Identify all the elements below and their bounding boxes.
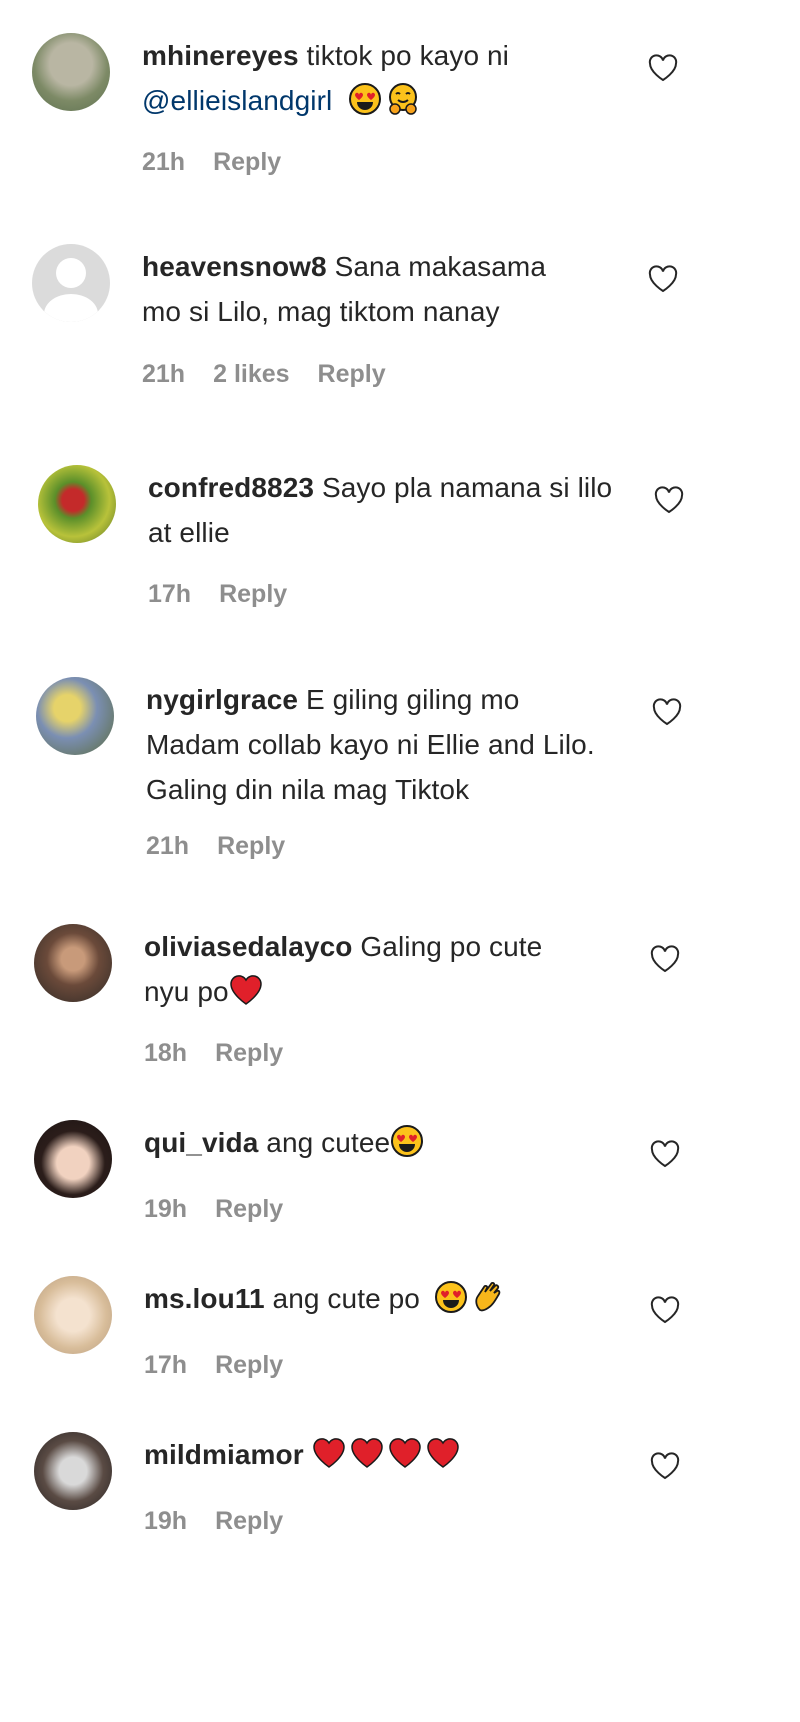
- comment-meta: 19h Reply: [144, 1195, 311, 1224]
- comment-text: ms.lou11 ang cute po: [144, 1276, 664, 1321]
- avatar[interactable]: [34, 1432, 112, 1510]
- timestamp[interactable]: 21h: [142, 360, 185, 388]
- likes-count[interactable]: 2 likes: [213, 360, 289, 388]
- avatar[interactable]: [32, 244, 110, 322]
- red-heart-emoji: [312, 1436, 346, 1470]
- avatar[interactable]: [34, 1120, 112, 1198]
- heart-icon[interactable]: [654, 486, 684, 514]
- timestamp[interactable]: 19h: [144, 1507, 187, 1535]
- heart-eyes-emoji: [390, 1124, 424, 1158]
- heart-eyes-emoji: [348, 82, 382, 116]
- red-heart-emoji: [350, 1436, 384, 1470]
- hugging-emoji: [386, 82, 420, 116]
- red-heart-emoji: [388, 1436, 422, 1470]
- mention-link[interactable]: @ellieislandgirl: [142, 85, 332, 116]
- username[interactable]: oliviasedalayco: [144, 931, 353, 962]
- comment-text: qui_vida ang cutee: [144, 1120, 664, 1165]
- comment-meta: 21h Reply: [146, 832, 313, 861]
- timestamp[interactable]: 18h: [144, 1039, 187, 1067]
- timestamp[interactable]: 17h: [148, 580, 191, 608]
- default-avatar-body: [44, 294, 98, 322]
- timestamp[interactable]: 21h: [142, 148, 185, 176]
- comment-text: nygirlgrace E giling giling mo Madam col…: [146, 677, 596, 812]
- username[interactable]: qui_vida: [144, 1127, 258, 1158]
- heart-icon[interactable]: [648, 54, 678, 82]
- clapping-hands-emoji: [472, 1280, 506, 1314]
- username[interactable]: nygirlgrace: [146, 684, 298, 715]
- avatar[interactable]: [34, 1276, 112, 1354]
- heart-icon[interactable]: [650, 1452, 680, 1480]
- comment-meta: 19h Reply: [144, 1507, 311, 1536]
- username[interactable]: mhinereyes: [142, 40, 299, 71]
- comment-body: tiktok po kayo ni: [298, 40, 509, 71]
- reply-button[interactable]: Reply: [215, 1351, 283, 1379]
- comment-text: heavensnow8 Sana makasama mo si Lilo, ma…: [142, 244, 592, 334]
- username[interactable]: heavensnow8: [142, 251, 327, 282]
- comment-body: ang cute po: [264, 1283, 428, 1314]
- heart-icon[interactable]: [648, 265, 678, 293]
- comment-body: [304, 1439, 312, 1470]
- username[interactable]: mildmiamor: [144, 1439, 304, 1470]
- avatar[interactable]: [32, 33, 110, 111]
- avatar[interactable]: [36, 677, 114, 755]
- comment-meta: 17h Reply: [144, 1351, 311, 1380]
- heart-icon[interactable]: [650, 945, 680, 973]
- comment-meta: 21h Reply: [142, 148, 309, 177]
- comment-meta: 18h Reply: [144, 1039, 311, 1068]
- heart-eyes-emoji: [434, 1280, 468, 1314]
- heart-icon[interactable]: [650, 1140, 680, 1168]
- reply-button[interactable]: Reply: [215, 1039, 283, 1067]
- reply-button[interactable]: Reply: [217, 832, 285, 860]
- comment-body: ang cutee: [258, 1127, 391, 1158]
- reply-button[interactable]: Reply: [219, 580, 287, 608]
- username[interactable]: ms.lou11: [144, 1283, 265, 1314]
- timestamp[interactable]: 17h: [144, 1351, 187, 1379]
- reply-button[interactable]: Reply: [215, 1507, 283, 1535]
- comment-meta: 17h Reply: [148, 580, 315, 609]
- comment-text: mildmiamor: [144, 1432, 664, 1477]
- comment-text: oliviasedalayco Galing po cute nyu po: [144, 924, 594, 1014]
- reply-button[interactable]: Reply: [213, 148, 281, 176]
- timestamp[interactable]: 21h: [146, 832, 189, 860]
- timestamp[interactable]: 19h: [144, 1195, 187, 1223]
- heart-icon[interactable]: [650, 1296, 680, 1324]
- avatar[interactable]: [38, 465, 116, 543]
- avatar[interactable]: [34, 924, 112, 1002]
- username[interactable]: confred8823: [148, 472, 314, 503]
- red-heart-emoji: [229, 973, 263, 1007]
- comment-meta: 21h 2 likes Reply: [142, 360, 414, 389]
- reply-button[interactable]: Reply: [215, 1195, 283, 1223]
- default-avatar-icon: [56, 258, 86, 288]
- comment-text: confred8823 Sayo pla namana si lilo at e…: [148, 465, 618, 555]
- comment-text: mhinereyes tiktok po kayo ni @ellieislan…: [142, 33, 662, 123]
- reply-button[interactable]: Reply: [318, 360, 386, 388]
- red-heart-emoji: [426, 1436, 460, 1470]
- heart-icon[interactable]: [652, 698, 682, 726]
